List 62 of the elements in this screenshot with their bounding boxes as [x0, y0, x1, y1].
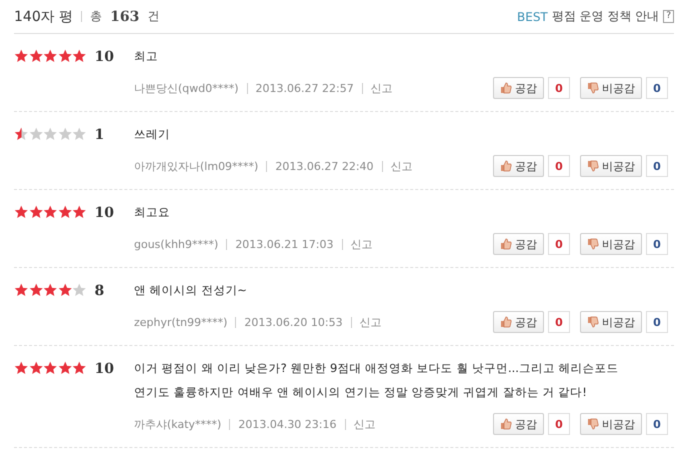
total-count: 163 — [110, 8, 140, 24]
like-button[interactable]: 공감 — [493, 233, 544, 255]
author-name: zephyr(tn99****) — [134, 316, 228, 328]
rating-score: 10 — [94, 361, 114, 377]
author-name: gous(khh9****) — [134, 238, 218, 250]
dislike-button[interactable]: 비공감 — [580, 233, 642, 255]
thumbs-up-icon — [500, 82, 512, 94]
dislike-button[interactable]: 비공감 — [580, 413, 642, 435]
like-count: 0 — [548, 233, 570, 255]
dislike-count: 0 — [646, 311, 668, 333]
thumbs-down-icon — [587, 316, 599, 328]
best-link[interactable]: BEST — [517, 10, 548, 24]
rating-score: 1 — [94, 127, 104, 143]
report-link[interactable]: 신고 — [354, 416, 376, 432]
like-button[interactable]: 공감 — [493, 311, 544, 333]
dislike-count: 0 — [646, 413, 668, 435]
dislike-button[interactable]: 비공감 — [580, 311, 642, 333]
report-link[interactable]: 신고 — [370, 80, 393, 96]
review-text: 앤 헤이시의 전성기~ — [134, 282, 248, 299]
dislike-count: 0 — [646, 155, 668, 177]
author-name: 아까개있자나(lm09****) — [134, 158, 258, 174]
review-date: 2013.04.30 23:16 — [238, 418, 337, 430]
dislike-count: 0 — [646, 233, 668, 255]
review-date: 2013.06.27 22:57 — [256, 82, 354, 94]
thumbs-up-icon — [500, 316, 512, 328]
thumbs-down-icon — [587, 160, 599, 172]
dislike-count: 0 — [646, 77, 668, 99]
rating-score: 10 — [94, 205, 114, 221]
report-link[interactable]: 신고 — [390, 158, 413, 174]
like-count: 0 — [548, 413, 570, 435]
dislike-button[interactable]: 비공감 — [580, 155, 642, 177]
total-label: 총 — [90, 8, 102, 25]
rating-score: 8 — [94, 283, 104, 299]
review-text: 쓰레기 — [134, 126, 171, 143]
thumbs-up-icon — [500, 160, 512, 172]
review-date: 2013.06.20 10:53 — [244, 316, 343, 328]
review-date: 2013.06.21 17:03 — [235, 238, 334, 250]
report-link[interactable]: 신고 — [350, 236, 372, 252]
like-count: 0 — [548, 155, 570, 177]
policy-link[interactable]: 평점 운영 정책 안내 — [552, 8, 660, 25]
section-title: 140자 평 — [14, 8, 74, 26]
thumbs-up-icon — [500, 418, 512, 430]
author-name: 까추샤(katy****) — [134, 416, 222, 432]
like-button[interactable]: 공감 — [493, 413, 544, 435]
review-text: 최고 — [134, 48, 159, 65]
review-date: 2013.06.27 22:40 — [275, 160, 374, 172]
review-text: 최고요 — [134, 204, 171, 221]
thumbs-down-icon — [587, 238, 599, 250]
dislike-button[interactable]: 비공감 — [580, 77, 642, 99]
like-count: 0 — [548, 311, 570, 333]
help-icon[interactable]: ? — [663, 10, 674, 23]
report-link[interactable]: 신고 — [360, 314, 382, 330]
like-count: 0 — [548, 77, 570, 99]
rating-score: 10 — [94, 49, 114, 65]
author-name: 나쁜당신(qwd0****) — [134, 80, 239, 96]
like-button[interactable]: 공감 — [493, 77, 544, 99]
review-text: 이거 평점이 왜 이리 낮은가? 웬만한 9점대 애정영화 보다도 훨 낫구먼...그리고 헤리슨포드 연기도 훌륭하지만 여배우 앤 헤이시의 연기는 정말 앙증맞게 귀엽게 잘하는 거 같다! — [134, 360, 620, 401]
thumbs-up-icon — [500, 238, 512, 250]
like-button[interactable]: 공감 — [493, 155, 544, 177]
total-unit: 건 — [147, 8, 160, 25]
thumbs-down-icon — [587, 82, 599, 94]
thumbs-down-icon — [587, 418, 599, 430]
